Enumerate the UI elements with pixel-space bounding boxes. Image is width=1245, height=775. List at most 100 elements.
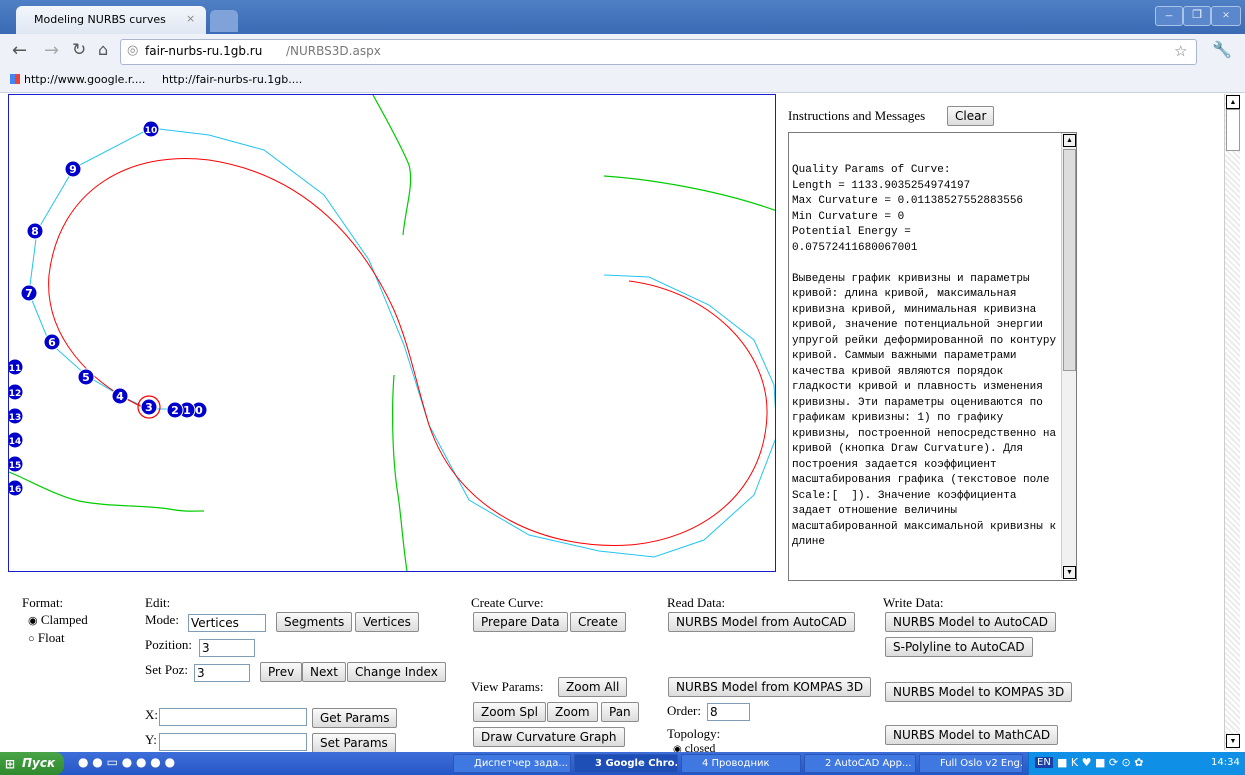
close-window-icon[interactable]: × [1211,6,1241,26]
format-option-clamped[interactable]: ◉ Clamped [28,612,88,628]
prepare-data-button[interactable]: Prepare Data [473,612,568,632]
scroll-down-icon[interactable]: ▼ [1063,566,1076,579]
read-data-label: Read Data: [667,595,726,610]
vertex-marker[interactable]: 2 [166,401,184,419]
vertex-marker[interactable]: 3 [140,398,158,416]
segments-button[interactable]: Segments [276,612,353,632]
position-label: Pozition: [145,637,192,652]
vertex-marker[interactable]: 5 [77,368,95,386]
page-scroll-thumb[interactable] [1226,109,1240,151]
create-button[interactable]: Create [570,612,626,632]
page-scrollbar[interactable]: ▲ ▼ [1224,94,1240,750]
messages-scrollbar[interactable]: ▲ ▼ [1061,133,1076,579]
address-bar[interactable]: ◎ fair-nurbs-ru.1gb.ru /NURBS3D.aspx ☆ [120,39,1197,65]
browser-tab-active[interactable]: Modeling NURBS curves × [16,6,206,34]
vertex-marker[interactable]: 9 [64,160,82,178]
x-input[interactable] [159,708,307,726]
bookmark-star-icon[interactable]: ☆ [1174,42,1187,60]
back-icon[interactable]: ← [12,40,27,61]
task-task-manager[interactable]: Диспетчер зада... [453,754,571,773]
nurbs-from-autocad-button[interactable]: NURBS Model from AutoCAD [668,612,855,632]
get-params-button[interactable]: Get Params [312,708,398,728]
nurbs-from-kompas-button[interactable]: NURBS Model from KOMPAS 3D [668,677,872,697]
mode-input[interactable]: Vertices [188,614,266,632]
radio-unchecked-icon[interactable]: ○ [28,633,35,645]
vertex-marker[interactable]: 10 [142,120,160,138]
drawing-canvas[interactable]: 0 1 2 3 4 5 6 7 8 9 10 11 12 13 14 15 16 [8,94,776,572]
pan-button[interactable]: Pan [601,702,639,722]
curvature-graph-top [372,95,412,236]
bookmark-google[interactable]: http://www.google.r.... [24,73,145,86]
task-google-chrome[interactable]: 3 Google Chro... [574,754,678,773]
minimize-icon[interactable]: – [1155,6,1183,26]
x-label: X: [145,707,158,722]
setpoz-input[interactable]: 3 [194,664,250,682]
messages-textarea[interactable]: Quality Params of Curve: Length = 1133.9… [788,132,1077,581]
change-index-button[interactable]: Change Index [347,662,446,682]
set-params-button[interactable]: Set Params [312,733,396,753]
start-label: Пуск [22,756,56,770]
curvature-graph-left [9,471,205,512]
task-oslo[interactable]: Full Oslo v2 Eng... [919,754,1023,773]
vertex-marker[interactable]: 15 [9,455,24,473]
task-autocad[interactable]: 2 AutoCAD App... [804,754,916,773]
tray-icons[interactable]: ■ K ♥ ■ ⟳ ⊙ ✿ [1057,756,1144,769]
page-scroll-up-icon[interactable]: ▲ [1226,95,1240,109]
setpoz-label: Set Poz: [145,662,188,677]
order-label: Order: [667,703,701,718]
zoom-all-button[interactable]: Zoom All [558,677,628,697]
language-indicator[interactable]: EN [1035,757,1053,768]
curve-drawing[interactable]: 012345678910111213141516 [9,95,775,571]
format-clamped-label: Clamped [40,612,88,627]
close-tab-icon[interactable]: × [186,12,195,25]
vertex-marker[interactable]: 14 [9,431,24,449]
reload-icon[interactable]: ↻ [72,40,86,60]
vertex-marker[interactable]: 13 [9,407,24,425]
restore-icon[interactable]: ❐ [1183,6,1211,26]
vertex-marker[interactable]: 7 [20,284,38,302]
vertex-marker[interactable]: 6 [43,333,61,351]
wrench-icon[interactable]: 🔧 [1212,40,1232,59]
bookmark-fair-nurbs[interactable]: http://fair-nurbs-ru.1gb.... [162,73,302,86]
spolyline-to-autocad-button[interactable]: S-Polyline to AutoCAD [885,637,1033,657]
prev-button[interactable]: Prev [260,662,303,682]
y-input[interactable] [159,733,307,751]
order-input[interactable]: 8 [707,703,750,721]
nurbs-to-mathcad-button[interactable]: NURBS Model to MathCAD [885,725,1059,745]
vertex-marker[interactable]: 12 [9,383,24,401]
url-host: fair-nurbs-ru.1gb.ru [145,44,263,58]
vertex-marker[interactable]: 8 [26,222,44,240]
radio-checked-icon[interactable]: ◉ [28,615,38,627]
format-option-float[interactable]: ○ Float [28,630,65,646]
nurbs-to-autocad-button[interactable]: NURBS Model to AutoCAD [885,612,1056,632]
vertex-label: 12 [9,389,21,399]
forward-icon[interactable]: → [44,40,59,61]
vertex-label: 4 [116,390,124,403]
scroll-up-icon[interactable]: ▲ [1063,134,1076,147]
position-input[interactable]: 3 [199,639,255,657]
clear-button[interactable]: Clear [947,106,995,126]
new-tab-button[interactable] [210,10,238,32]
vertex-label: 13 [9,413,21,423]
vertex-label: 16 [9,485,21,495]
vertex-marker[interactable]: 16 [9,479,24,497]
windows-logo-icon: ⊞ [5,757,16,771]
vertex-marker[interactable]: 11 [9,358,24,376]
scroll-thumb[interactable] [1063,149,1076,371]
quicklaunch-icons[interactable]: ● ● ▭ ● ● ● ● [78,755,175,769]
task-label: Диспетчер зада... [474,758,568,769]
task-explorer[interactable]: 4 Проводник [681,754,801,773]
home-icon[interactable]: ⌂ [98,40,108,59]
page-icon: ◎ [127,43,139,58]
messages-title: Instructions and Messages [788,108,926,123]
view-params-label: View Params: [471,679,544,694]
zoom-button[interactable]: Zoom [547,702,598,722]
zoom-spl-button[interactable]: Zoom Spl [473,702,546,722]
next-button[interactable]: Next [302,662,346,682]
draw-curvature-button[interactable]: Draw Curvature Graph [473,727,625,747]
start-button[interactable]: ⊞ Пуск [0,752,64,775]
nurbs-to-kompas-button[interactable]: NURBS Model to KOMPAS 3D [885,682,1073,702]
vertex-marker[interactable]: 4 [111,387,129,405]
page-scroll-down-icon[interactable]: ▼ [1226,734,1240,748]
vertices-button[interactable]: Vertices [355,612,419,632]
